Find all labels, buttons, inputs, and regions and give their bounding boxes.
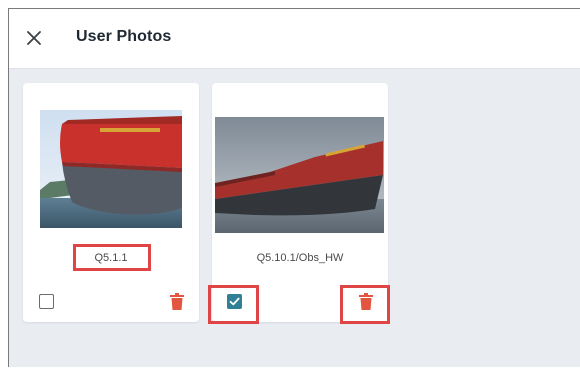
- photo-card: Q5.10.1/Obs_HW: [212, 83, 388, 322]
- photo-caption: Q5.1.1: [94, 252, 128, 264]
- photo-grid: Q5.1.1 Q5.10.1/Obs_HW: [9, 70, 580, 368]
- ship-photo[interactable]: [215, 117, 384, 233]
- user-photos-dialog: User Photos Q5.1.1 Q5.10.1/Obs_HW: [8, 8, 580, 367]
- photo-select-checkbox-checked[interactable]: [227, 294, 242, 309]
- check-icon: [229, 297, 240, 306]
- photo-select-checkbox[interactable]: [39, 294, 54, 309]
- trash-icon[interactable]: [170, 293, 184, 310]
- dialog-title: User Photos: [76, 28, 172, 45]
- trash-icon[interactable]: [359, 293, 373, 310]
- photo-caption: Q5.10.1/Obs_HW: [256, 252, 344, 264]
- photo-card: Q5.1.1: [23, 83, 199, 322]
- close-icon[interactable]: [23, 27, 45, 49]
- ship-photo[interactable]: [40, 110, 182, 228]
- dialog-header: User Photos: [9, 9, 580, 69]
